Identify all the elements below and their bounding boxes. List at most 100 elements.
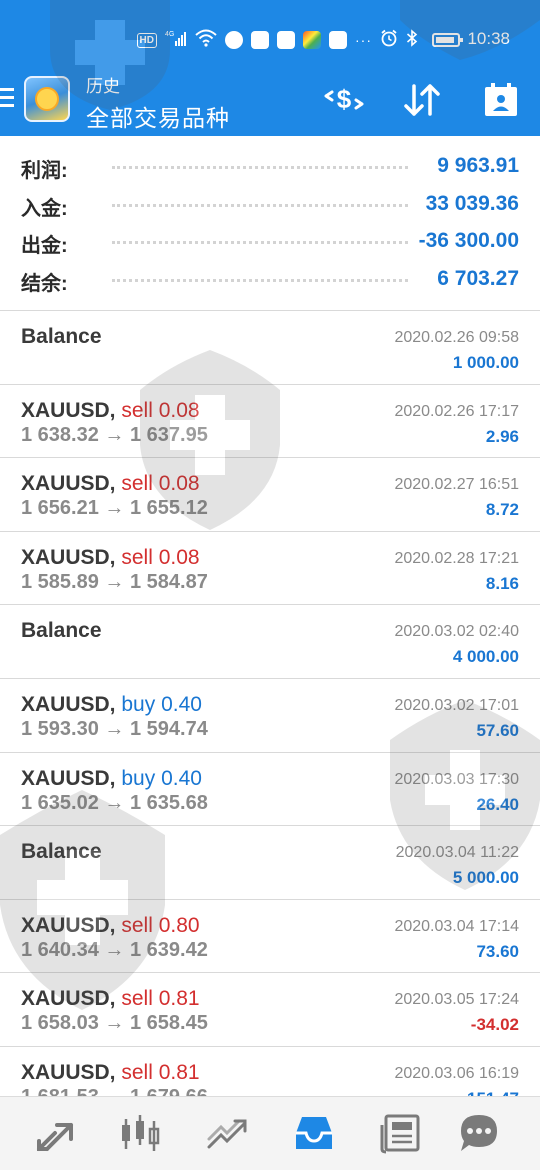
summary-label: 利润: [21, 160, 68, 182]
trade-volume: 0.80 [158, 913, 200, 937]
symbol-label: XAUUSD, [21, 398, 116, 422]
row-profit: 73.60 [476, 941, 519, 961]
row-title: XAUUSD, sell 0.80 [21, 914, 200, 938]
app-logo[interactable] [24, 76, 70, 122]
symbol-label: XAUUSD, [21, 987, 116, 1011]
row-profit: 4 000.00 [452, 647, 519, 667]
network-type: 4G [165, 31, 174, 38]
dotted-leader [112, 166, 408, 169]
trade-row[interactable]: XAUUSD, buy 0.40 1 635.02 → 1 635.68 2020.… [0, 751, 540, 826]
chat-icon[interactable] [457, 1111, 501, 1155]
symbol-label: Balance [21, 840, 102, 864]
trade-row[interactable]: XAUUSD, sell 0.08 1 656.21 → 1 655.12 2020… [0, 457, 540, 531]
balance-row[interactable]: Balance 2020.02.26 09:58 1 000.00 [0, 310, 540, 384]
status-bar: HD 4G ··· 10:38 [0, 0, 540, 80]
inbox-icon[interactable] [292, 1111, 336, 1155]
app-header: HD 4G ··· 10:38 历史 全部交易品种 $ [0, 0, 540, 136]
price-range: 1 635.02 → 1 635.68 [21, 791, 208, 814]
dotted-leader [112, 278, 408, 282]
summary-value: 33 039.36 [425, 191, 519, 215]
battery-icon [432, 33, 463, 47]
sort-icon[interactable] [400, 78, 444, 122]
trade-volume: 0.08 [158, 545, 200, 569]
alarm-icon [380, 29, 398, 52]
summary-label: 出金: [21, 235, 68, 257]
shield-notification-icon [277, 31, 295, 49]
trade-volume: 0.40 [161, 766, 202, 790]
trade-icon[interactable] [205, 1111, 249, 1155]
bluetooth-icon [406, 28, 418, 52]
candlestick-icon[interactable] [118, 1111, 162, 1155]
balance-row[interactable]: Balance 2020.03.02 02:40 4 000.00 [0, 604, 540, 678]
row-profit: 1 000.00 [452, 353, 519, 372]
row-profit: 5 000.00 [452, 868, 519, 888]
signal-icon: 4G [165, 29, 187, 52]
row-title: XAUUSD, sell 0.08 [21, 546, 200, 570]
row-date: 2020.02.27 16:51 [394, 476, 519, 494]
price-range: 1 585.89 → 1 584.87 [21, 570, 208, 593]
qq-notification-icon [225, 31, 243, 49]
symbol-label: XAUUSD, [21, 1060, 116, 1084]
summary-row-balance: 结余: 6 703.27 [0, 261, 540, 299]
summary-value: 9 963.91 [437, 154, 519, 177]
trade-row[interactable]: XAUUSD, sell 0.08 1 638.32 → 1 637.95 2020… [0, 383, 540, 458]
price-range: 1 658.03 → 1 658.45 [21, 1012, 208, 1035]
row-title: Balance [21, 325, 102, 349]
trade-row[interactable]: XAUUSD, sell 0.80 1 640.34 → 1 639.42 2020… [0, 898, 540, 973]
page-subtitle: 历史 [86, 77, 120, 96]
row-date: 2020.02.26 09:58 [394, 329, 519, 346]
trade-side-label: sell [121, 1060, 153, 1084]
row-date: 2020.03.02 02:40 [394, 623, 519, 641]
trade-side-label: sell [121, 472, 153, 496]
trade-volume: 0.40 [161, 692, 202, 716]
symbol-label: Balance [21, 325, 102, 348]
row-date: 2020.03.03 17:30 [394, 770, 519, 788]
price-range: 1 638.32 → 1 637.95 [21, 423, 208, 446]
row-profit: -34.02 [470, 1015, 519, 1035]
calendar-icon[interactable] [479, 78, 523, 122]
row-date: 2020.03.04 17:14 [394, 917, 519, 935]
summary-row-profit: 利润: 9 963.91 [0, 148, 540, 186]
row-title: XAUUSD, sell 0.81 [21, 1061, 200, 1085]
row-title: Balance [21, 619, 102, 643]
symbol-label: XAUUSD, [21, 766, 116, 790]
trade-side-label: sell [121, 913, 153, 937]
dotted-leader [112, 241, 408, 244]
row-title: Balance [21, 840, 102, 864]
menu-icon[interactable] [0, 88, 14, 112]
dotted-leader [112, 203, 408, 207]
trade-row[interactable]: XAUUSD, sell 0.81 1 658.03 → 1 658.45 2020… [0, 972, 540, 1046]
row-date: 2020.02.28 17:21 [394, 549, 519, 567]
row-profit: 8.16 [485, 573, 519, 593]
row-title: XAUUSD, sell 0.08 [21, 399, 200, 423]
color-app-notification-icon [303, 31, 321, 49]
clock: 10:38 [467, 29, 510, 48]
trade-volume: 0.81 [158, 1060, 200, 1084]
deposit-icon[interactable]: $ [322, 78, 366, 122]
history-list: Balance 2020.02.26 09:58 1 000.00 XAUUSD, s… [0, 310, 540, 1120]
row-date: 2020.03.04 11:22 [395, 844, 519, 862]
symbol-label: XAUUSD, [21, 913, 116, 937]
summary-value: -36 300.00 [418, 229, 519, 252]
trade-row[interactable]: XAUUSD, sell 0.08 1 585.89 → 1 584.87 2020… [0, 530, 540, 605]
price-range: 1 593.30 → 1 594.74 [21, 717, 208, 740]
quotes-icon[interactable] [33, 1111, 77, 1155]
row-profit: 57.60 [476, 720, 519, 740]
balance-row[interactable]: Balance 2020.03.04 11:22 5 000.00 [0, 825, 540, 899]
row-date: 2020.03.02 17:01 [394, 696, 519, 714]
summary-row-withdrawal: 出金: -36 300.00 [0, 223, 540, 261]
hd-indicator: HD [136, 32, 157, 48]
symbol-label: Balance [21, 619, 102, 643]
trade-row[interactable]: XAUUSD, buy 0.40 1 593.30 → 1 594.74 2020.… [0, 677, 540, 752]
trade-side-label: sell [121, 987, 153, 1011]
price-range: 1 640.34 → 1 639.42 [21, 938, 208, 961]
row-date: 2020.02.26 17:17 [394, 402, 519, 420]
page-title[interactable]: 全部交易品种 [86, 99, 230, 133]
price-range: 1 656.21 → 1 655.12 [21, 497, 208, 520]
trade-side-label: sell [121, 398, 153, 422]
news-icon[interactable] [378, 1111, 422, 1155]
row-profit: 2.96 [485, 426, 519, 446]
row-date: 2020.03.05 17:24 [394, 991, 519, 1009]
row-date: 2020.03.06 16:19 [394, 1064, 519, 1082]
row-title: XAUUSD, sell 0.81 [21, 987, 200, 1011]
